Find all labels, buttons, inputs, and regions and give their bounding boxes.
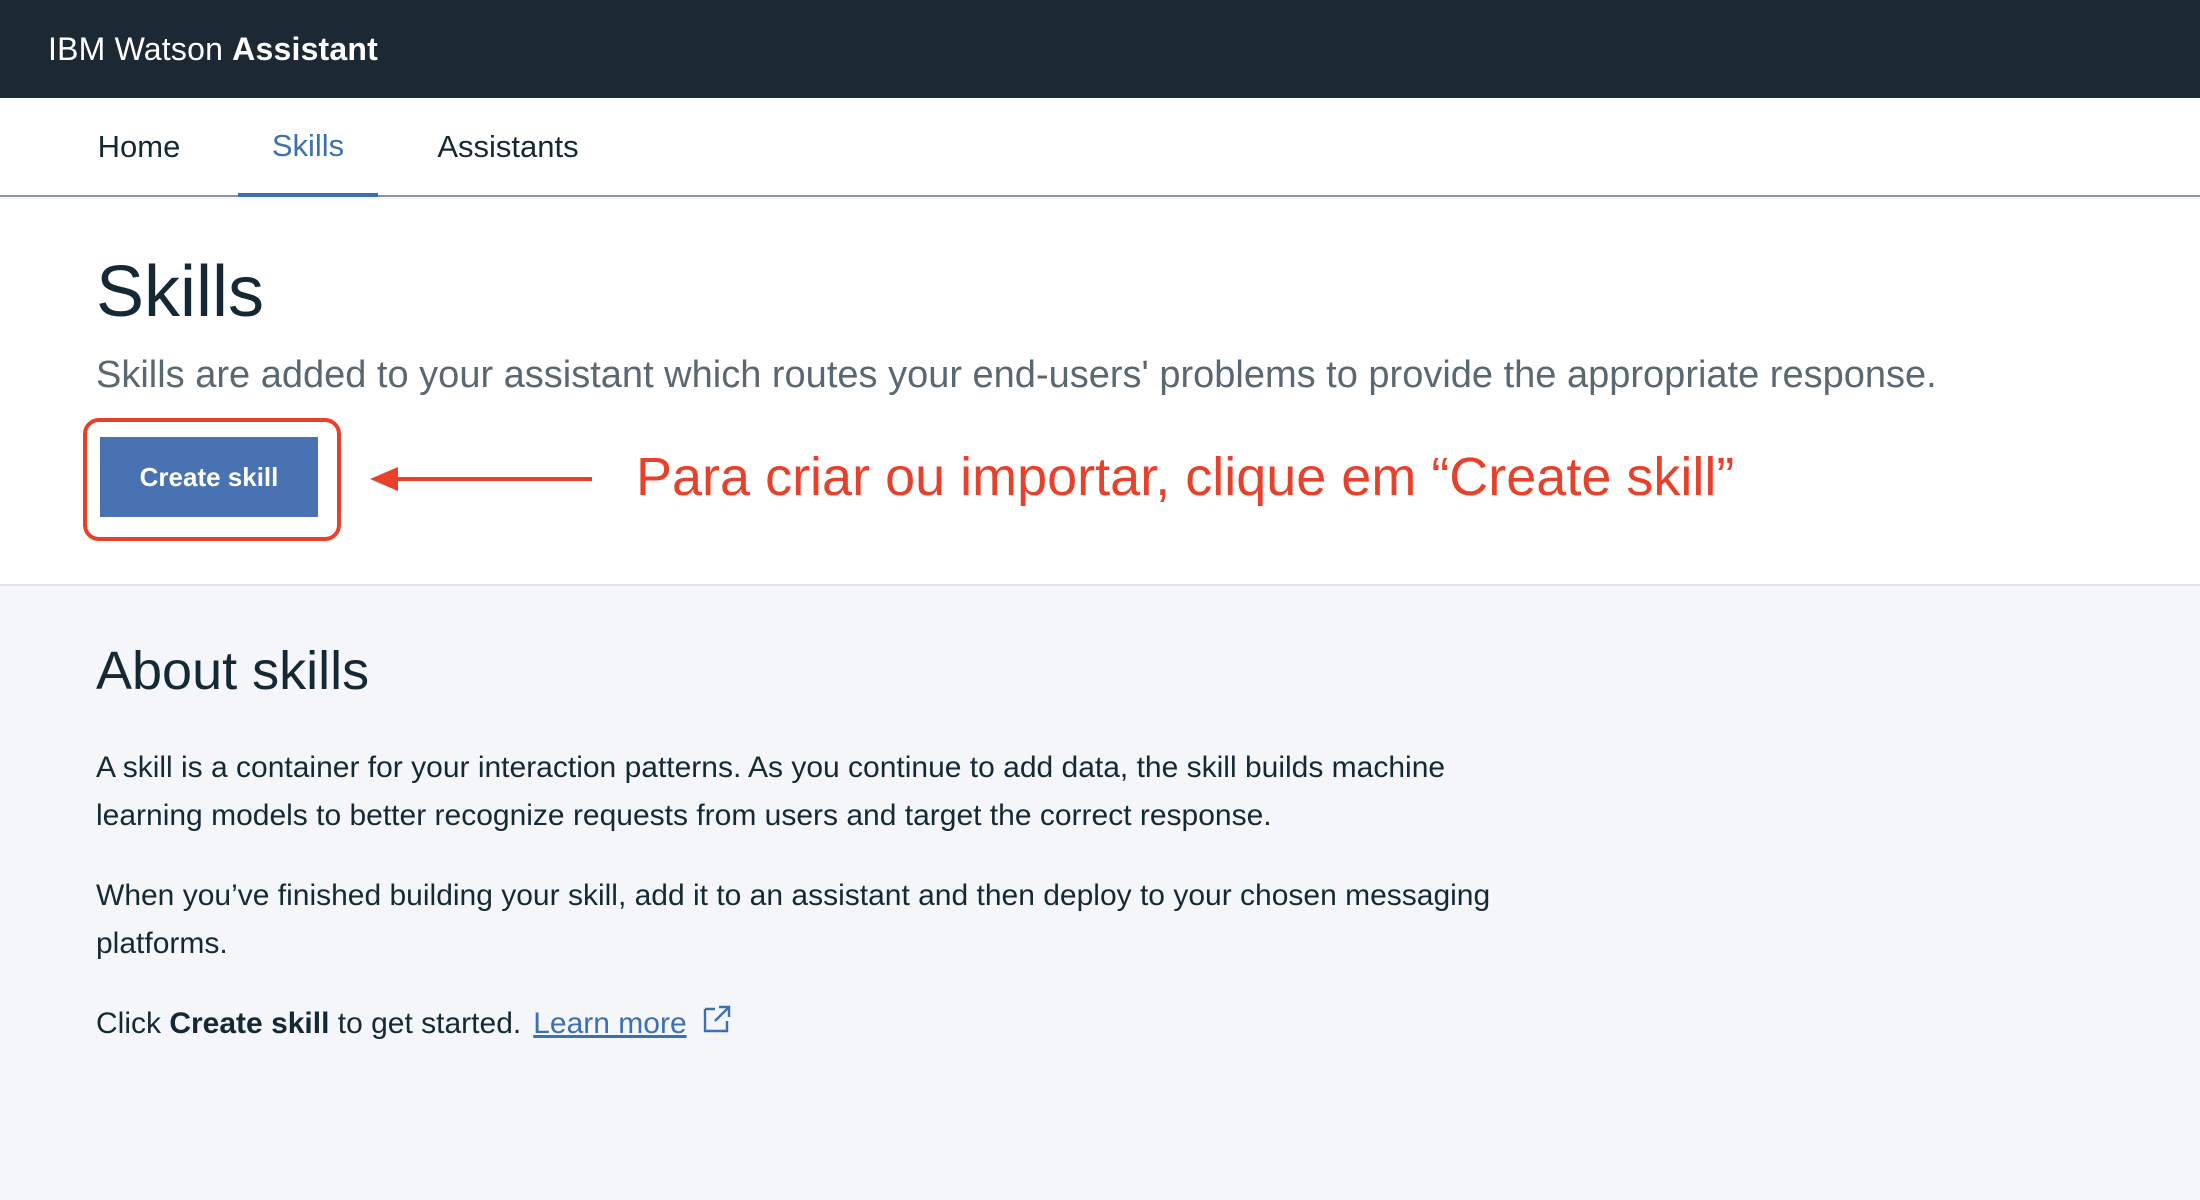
tab-skills[interactable]: Skills — [238, 98, 378, 197]
tab-assistants[interactable]: Assistants — [410, 98, 606, 195]
brand-name: Assistant — [232, 30, 379, 67]
external-link-icon[interactable] — [701, 1003, 733, 1035]
top-header: IBM Watson Assistant — [0, 0, 2200, 98]
about-cta: Click Create skill to get started. Learn … — [96, 1000, 1536, 1048]
brand-logo[interactable]: IBM Watson Assistant — [48, 31, 378, 68]
annotation-text: Para criar ou importar, clique em “Creat… — [636, 447, 1735, 507]
about-section: About skills A skill is a container for … — [96, 640, 1596, 1080]
nav-tabs: Home Skills Assistants — [0, 98, 2200, 197]
brand-prefix: IBM Watson — [48, 30, 224, 67]
page-description: Skills are added to your assistant which… — [96, 354, 1937, 396]
about-paragraph-1: A skill is a container for your interact… — [96, 751, 1446, 832]
about-title: About skills — [96, 641, 370, 701]
cta-suffix: to get started. — [329, 1007, 522, 1040]
page-title: Skills — [96, 252, 265, 332]
cta-bold: Create skill — [169, 1007, 330, 1040]
tab-home[interactable]: Home — [66, 98, 212, 195]
about-paragraph-2: When you’ve finished building your skill… — [96, 879, 1491, 960]
arrow-left-icon — [370, 467, 592, 491]
learn-more-link[interactable]: Learn more — [533, 1007, 686, 1040]
skills-hero: Skills Skills are added to your assistan… — [0, 199, 2200, 586]
cta-prefix: Click — [96, 1007, 170, 1040]
create-skill-button[interactable]: Create skill — [100, 437, 318, 517]
